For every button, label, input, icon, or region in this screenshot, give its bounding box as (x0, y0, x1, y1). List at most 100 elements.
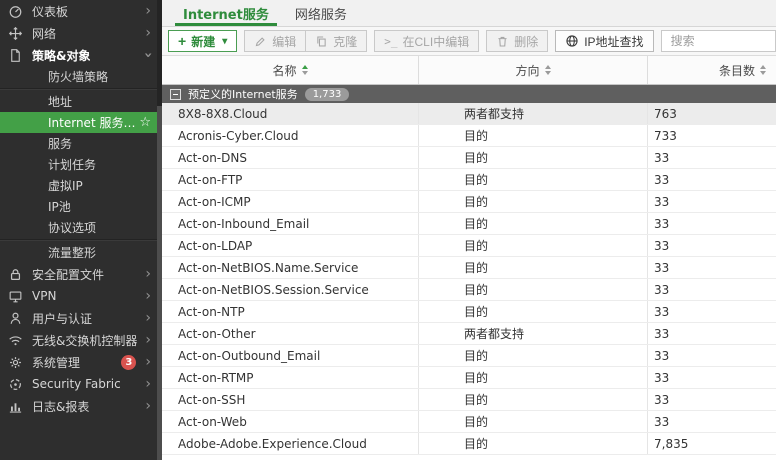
sidebar-item-user-authentication[interactable]: 用户与认证› (0, 307, 157, 329)
sidebar-item-security-fabric[interactable]: Security Fabric › (0, 373, 157, 395)
globe-icon (565, 34, 579, 48)
star-icon[interactable]: ☆ (139, 115, 151, 130)
search-input[interactable] (661, 30, 776, 52)
cell-name: Acronis-Cyber.Cloud (162, 125, 418, 146)
sidebar-item-label: Internet 服务数据库 (48, 114, 139, 131)
table-row[interactable]: Act-on-FTP目的33 (162, 169, 776, 191)
cell-entries: 33 (647, 367, 776, 388)
sidebar-item-policy-objects[interactable]: 策略&对象› (0, 44, 157, 66)
cell-name: Adobe-Adobe.Experience.Cloud (162, 433, 418, 454)
cell-entries: 763 (647, 103, 776, 124)
delete-label: 删除 (514, 33, 538, 50)
table-row[interactable]: Act-on-Outbound_Email目的33 (162, 345, 776, 367)
table-row[interactable]: Act-on-NetBIOS.Name.Service目的33 (162, 257, 776, 279)
chevron-right-icon: › (145, 267, 151, 281)
column-header-cnt[interactable]: 条目数 (647, 56, 776, 84)
chevron-right-icon: › (145, 26, 151, 40)
table-row[interactable]: Act-on-RTMP目的33 (162, 367, 776, 389)
tab-network-services[interactable]: 网络服务 (282, 0, 360, 26)
sidebar-item-label: 服务 (48, 135, 72, 152)
cell-name: Act-on-DNS (162, 147, 418, 168)
user-icon (8, 311, 25, 326)
sidebar-item-log-report[interactable]: 日志&报表› (0, 395, 157, 417)
tab-bar: Internet服务网络服务 (162, 0, 776, 27)
group-label: 预定义的Internet服务 (188, 86, 298, 102)
sidebar-item-label: 仪表板 (32, 3, 68, 20)
create-new-label: 新建 (191, 33, 215, 50)
cell-direction: 目的 (418, 345, 647, 366)
clone-button[interactable]: 克隆 (306, 30, 367, 52)
sidebar-item-label: Security Fabric (32, 377, 121, 391)
edit-button[interactable]: 编辑 (244, 30, 306, 52)
sidebar-item-addresses[interactable]: 地址 (0, 91, 157, 112)
table-row[interactable]: Act-on-Inbound_Email目的33 (162, 213, 776, 235)
table-row[interactable]: Act-on-NetBIOS.Session.Service目的33 (162, 279, 776, 301)
sidebar-item-schedules[interactable]: 计划任务 (0, 154, 157, 175)
sidebar-item-internet-service-database[interactable]: Internet 服务数据库☆ (0, 112, 157, 133)
cell-entries: 33 (647, 169, 776, 190)
table-row[interactable]: Acronis-Cyber.Cloud目的733 (162, 125, 776, 147)
sidebar-item-virtual-ips[interactable]: 虚拟IP (0, 175, 157, 196)
table-row[interactable]: Act-on-Web目的33 (162, 411, 776, 433)
sidebar-item-wifi-switch-controller[interactable]: 无线&交换机控制器› (0, 329, 157, 351)
tab-internet-services[interactable]: Internet服务 (170, 0, 282, 26)
sidebar-item-ip-pools[interactable]: IP池 (0, 196, 157, 217)
cell-entries: 733 (647, 125, 776, 146)
cell-direction: 目的 (418, 169, 647, 190)
cell-entries: 7,835 (647, 433, 776, 454)
sidebar-item-firewall-policy[interactable]: 防火墙策略 (0, 66, 157, 87)
table-row[interactable]: Adobe-Adobe.Experience.Cloud目的7,835 (162, 433, 776, 455)
collapse-icon (170, 89, 181, 100)
group-count-badge: 1,733 (305, 88, 350, 101)
sidebar-item-system[interactable]: 系统管理3› (0, 351, 157, 373)
table-row[interactable]: 8X8-8X8.Cloud两者都支持763 (162, 103, 776, 125)
chevron-right-icon: › (145, 377, 151, 391)
column-header-dir[interactable]: 方向 (418, 56, 647, 84)
sidebar-item-vpn[interactable]: VPN› (0, 285, 157, 307)
sidebar-item-label: 地址 (48, 93, 72, 110)
sidebar-item-label: 协议选项 (48, 219, 96, 236)
edit-in-cli-button[interactable]: >_ 在CLI中编辑 (374, 30, 479, 52)
column-header-name[interactable]: 名称 (162, 56, 418, 84)
cell-name: Act-on-ICMP (162, 191, 418, 212)
cell-name: Act-on-Inbound_Email (162, 213, 418, 234)
sidebar-item-label: 虚拟IP (48, 177, 83, 194)
table-row[interactable]: Act-on-LDAP目的33 (162, 235, 776, 257)
table-row[interactable]: Act-on-ICMP目的33 (162, 191, 776, 213)
cell-direction: 目的 (418, 411, 647, 432)
sidebar-item-services[interactable]: 服务 (0, 133, 157, 154)
table-row[interactable]: Act-on-Other两者都支持33 (162, 323, 776, 345)
table-row[interactable]: Act-on-NTP目的33 (162, 301, 776, 323)
cell-entries: 33 (647, 345, 776, 366)
create-new-button[interactable]: + 新建 ▾ (168, 30, 237, 52)
sidebar-item-network[interactable]: 网络› (0, 22, 157, 44)
chevron-right-icon: › (145, 355, 151, 369)
sidebar-item-dashboard[interactable]: 仪表板› (0, 0, 157, 22)
cell-name: Act-on-SSH (162, 389, 418, 410)
ip-lookup-button[interactable]: IP地址查找 (555, 30, 653, 52)
sidebar-item-protocol-options[interactable]: 协议选项 (0, 217, 157, 238)
edit-in-cli-label: 在CLI中编辑 (403, 33, 470, 50)
cell-name: Act-on-Other (162, 323, 418, 344)
sidebar-scrollbar-thumb[interactable] (157, 106, 162, 460)
sidebar-item-security-profiles[interactable]: 安全配置文件› (0, 263, 157, 285)
sidebar-item-label: 用户与认证 (32, 310, 92, 327)
notification-badge: 3 (121, 355, 136, 370)
cell-name: Act-on-NTP (162, 301, 418, 322)
table-row[interactable]: Act-on-SSH目的33 (162, 389, 776, 411)
table-group-row[interactable]: 预定义的Internet服务 1,733 (162, 85, 776, 103)
cli-icon: >_ (384, 35, 397, 48)
cell-entries: 33 (647, 235, 776, 256)
ip-lookup-label: IP地址查找 (584, 33, 643, 50)
cell-direction: 两者都支持 (418, 323, 647, 344)
trash-icon (496, 35, 509, 48)
table-row[interactable]: Act-on-DNS目的33 (162, 147, 776, 169)
sidebar-item-traffic-shaping[interactable]: 流量整形 (0, 242, 157, 263)
delete-button[interactable]: 删除 (486, 30, 548, 52)
column-header-label: 方向 (515, 62, 539, 79)
cell-entries: 33 (647, 191, 776, 212)
chart-icon (8, 399, 25, 414)
cell-entries: 33 (647, 389, 776, 410)
cell-direction: 目的 (418, 235, 647, 256)
cell-name: Act-on-Outbound_Email (162, 345, 418, 366)
